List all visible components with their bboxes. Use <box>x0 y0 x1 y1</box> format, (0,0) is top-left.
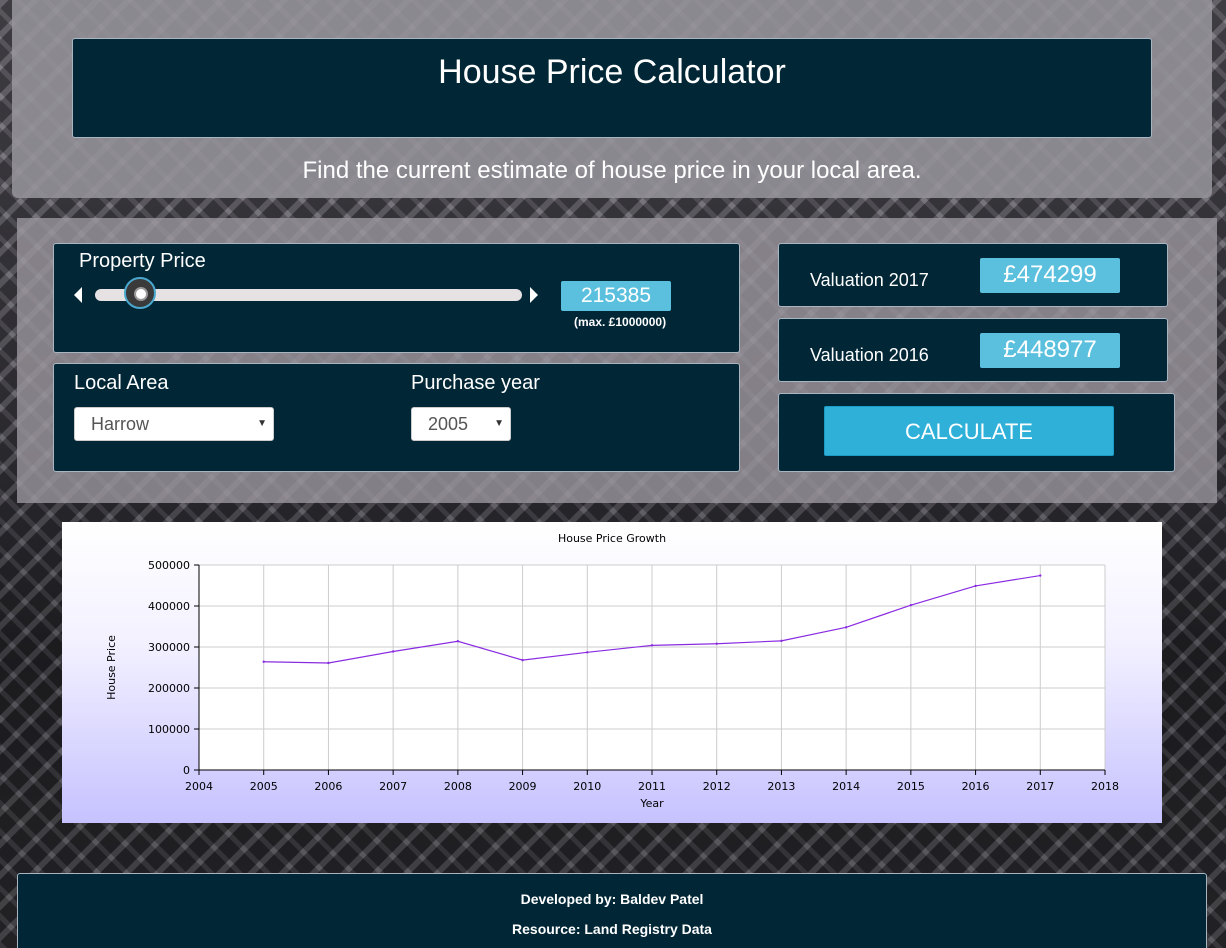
data-point <box>327 661 330 665</box>
dropdown-caret-icon: ▼ <box>494 418 504 429</box>
data-point <box>456 640 460 643</box>
valuation-2017-panel: Valuation 2017 £474299 <box>778 243 1168 307</box>
local-area-label: Local Area <box>74 372 169 394</box>
x-tick-label: 2015 <box>897 780 925 793</box>
valuation-2016-label: Valuation 2016 <box>810 345 929 365</box>
calculate-button[interactable]: CALCULATE <box>824 406 1114 456</box>
property-price-value: 215385 <box>561 281 671 311</box>
data-point <box>780 639 783 643</box>
y-tick-label: 500000 <box>148 559 190 572</box>
y-tick-label: 400000 <box>148 600 190 613</box>
data-point <box>1039 574 1042 577</box>
x-tick-label: 2014 <box>832 780 860 793</box>
x-tick-label: 2011 <box>638 780 666 793</box>
data-point <box>391 650 395 653</box>
valuation-2016-panel: Valuation 2016 £448977 <box>778 318 1168 382</box>
x-tick-label: 2017 <box>1026 780 1054 793</box>
chart-title: House Price Growth <box>558 532 666 545</box>
x-tick-label: 2005 <box>250 780 278 793</box>
y-tick-label: 0 <box>183 764 190 777</box>
data-point <box>650 644 654 647</box>
footer-resource: Resource: Land Registry Data <box>512 921 712 937</box>
page-subtitle: Find the current estimate of house price… <box>302 157 922 184</box>
x-tick-label: 2013 <box>767 780 795 793</box>
area-year-panel: Local Area Harrow ▼ Purchase year 2005 ▼ <box>53 363 740 472</box>
data-point <box>586 651 589 654</box>
x-tick-label: 2016 <box>962 780 990 793</box>
title-panel: House Price Calculator <box>72 38 1152 138</box>
slider-handle[interactable] <box>124 277 157 309</box>
chart-svg: 2004 2005 2006 2007 2008 2009 2010 2011 2012 2013… <box>105 532 1119 810</box>
dropdown-caret-icon: ▼ <box>257 418 267 429</box>
x-tick-label: 2009 <box>509 780 537 793</box>
property-price-label: Property Price <box>79 250 206 272</box>
x-axis-label: Year <box>639 797 664 810</box>
slider-decrease-arrow-icon[interactable] <box>74 287 82 303</box>
y-tick-label: 300000 <box>148 641 190 654</box>
data-point <box>844 626 848 629</box>
x-tick-label: 2008 <box>444 780 472 793</box>
footer: Developed by: Baldev Patel Resource: Lan… <box>17 873 1207 948</box>
data-point <box>715 642 718 645</box>
footer-developer: Developed by: Baldev Patel <box>520 891 704 907</box>
data-point <box>262 660 265 663</box>
x-tick-label: 2010 <box>573 780 601 793</box>
data-point <box>909 603 913 607</box>
purchase-year-selected-value: 2005 <box>428 414 469 434</box>
x-tick-label: 2012 <box>703 780 731 793</box>
x-tick-label: 2018 <box>1091 780 1119 793</box>
property-price-panel: Property Price 215385 (max. £1000000) <box>53 243 740 353</box>
data-point <box>974 584 977 588</box>
property-price-slider[interactable] <box>95 277 522 309</box>
valuation-2016-amount: £448977 <box>980 333 1120 368</box>
valuation-2017-label: Valuation 2017 <box>810 270 929 290</box>
x-tick-label: 2004 <box>185 780 213 793</box>
price-growth-chart: 2004 2005 2006 2007 2008 2009 2010 2011 2012 2013… <box>62 522 1162 823</box>
calculate-panel: CALCULATE <box>778 393 1175 472</box>
y-axis-label: House Price <box>105 635 118 700</box>
property-price-max-note: (max. £1000000) <box>574 315 667 329</box>
local-area-selected-value: Harrow <box>91 414 150 434</box>
data-point <box>521 658 524 662</box>
x-tick-label: 2006 <box>314 780 342 793</box>
valuation-2017-amount: £474299 <box>980 258 1120 293</box>
page-title: House Price Calculator <box>438 53 786 91</box>
y-tick-label: 100000 <box>148 723 190 736</box>
y-tick-label: 200000 <box>148 682 190 695</box>
purchase-year-select[interactable]: 2005 ▼ <box>411 407 511 441</box>
slider-increase-arrow-icon[interactable] <box>530 287 538 303</box>
x-tick-label: 2007 <box>379 780 407 793</box>
purchase-year-label: Purchase year <box>411 372 540 394</box>
local-area-select[interactable]: Harrow ▼ <box>74 407 274 441</box>
